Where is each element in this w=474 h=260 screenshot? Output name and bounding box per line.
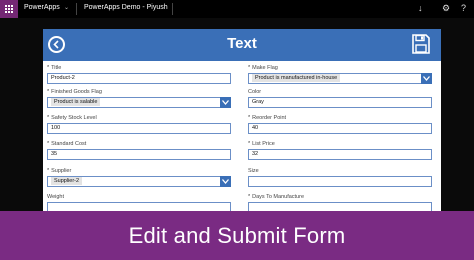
caption-banner: Edit and Submit Form xyxy=(0,211,474,260)
required-marker: * xyxy=(47,115,50,121)
field-label: Make Flag xyxy=(252,65,278,71)
field-label: Title xyxy=(51,65,62,71)
dropdown-value: Product is salable xyxy=(51,98,101,106)
required-marker: * xyxy=(248,65,251,71)
field-label: Days To Manufacture xyxy=(252,194,305,200)
app-title: PowerApps Demo - Piyush xyxy=(84,4,168,11)
waffle-icon[interactable] xyxy=(0,0,18,18)
safety-stock-level-field: * Safety Stock Level 100 xyxy=(47,115,231,134)
list-price-input[interactable]: 32 xyxy=(248,149,432,160)
dropdown-value: Product is manufactured in-house xyxy=(252,74,341,82)
form-header: Text xyxy=(43,29,441,61)
required-marker: * xyxy=(248,194,251,200)
required-marker: * xyxy=(248,115,251,121)
standard-cost-field: * Standard Cost 35 xyxy=(47,141,231,160)
required-marker: * xyxy=(47,65,50,71)
size-input[interactable] xyxy=(248,176,432,187)
save-icon[interactable] xyxy=(412,34,430,59)
field-label: Reorder Point xyxy=(252,115,287,121)
help-icon[interactable]: ? xyxy=(461,3,466,13)
page-title: Text xyxy=(227,35,257,52)
settings-icon[interactable]: ⚙ xyxy=(442,3,450,14)
field-label: List Price xyxy=(252,141,275,147)
field-label: Safety Stock Level xyxy=(51,115,97,121)
size-field: Size xyxy=(248,168,432,187)
color-field: Color Gray xyxy=(248,89,432,108)
field-label: Color xyxy=(248,89,262,95)
download-icon[interactable]: ↓ xyxy=(418,3,423,13)
make-flag-dropdown[interactable]: Product is manufactured in-house xyxy=(248,73,432,84)
finished-goods-flag-dropdown[interactable]: Product is salable xyxy=(47,97,231,108)
supplier-field: * Supplier Supplier-2 xyxy=(47,168,231,187)
color-input[interactable]: Gray xyxy=(248,97,432,108)
field-label: Supplier xyxy=(51,168,72,174)
supplier-dropdown[interactable]: Supplier-2 xyxy=(47,176,231,187)
chevron-down-icon[interactable] xyxy=(220,97,231,108)
app-canvas: Text * Title Product-2 * Finished Goods Fl… xyxy=(43,29,441,215)
reorder-point-input[interactable]: 40 xyxy=(248,123,432,134)
field-label: Finished Goods Flag xyxy=(51,89,102,95)
safety-stock-level-input[interactable]: 100 xyxy=(47,123,231,134)
required-marker: * xyxy=(47,141,50,147)
divider xyxy=(76,3,77,15)
title-input[interactable]: Product-2 xyxy=(47,73,231,84)
brand-label[interactable]: PowerApps xyxy=(24,4,60,11)
standard-cost-input[interactable]: 35 xyxy=(47,149,231,160)
required-marker: * xyxy=(47,168,50,174)
reorder-point-field: * Reorder Point 40 xyxy=(248,115,432,134)
top-bar: PowerApps ⌄ PowerApps Demo - Piyush ↓ ⚙ … xyxy=(0,0,474,18)
list-price-field: * List Price 32 xyxy=(248,141,432,160)
title-field: * Title Product-2 xyxy=(47,65,231,84)
divider xyxy=(172,3,173,15)
chevron-down-icon[interactable] xyxy=(421,73,432,84)
required-marker: * xyxy=(47,89,50,95)
finished-goods-flag-field: * Finished Goods Flag Product is salable xyxy=(47,89,231,108)
chevron-down-icon[interactable]: ⌄ xyxy=(64,4,69,11)
chevron-down-icon[interactable] xyxy=(220,176,231,187)
make-flag-field: * Make Flag Product is manufactured in-ho… xyxy=(248,65,432,84)
field-label: Weight xyxy=(47,194,65,200)
field-label: Size xyxy=(248,168,259,174)
dropdown-value: Supplier-2 xyxy=(51,177,83,185)
field-label: Standard Cost xyxy=(51,141,87,147)
required-marker: * xyxy=(248,141,251,147)
